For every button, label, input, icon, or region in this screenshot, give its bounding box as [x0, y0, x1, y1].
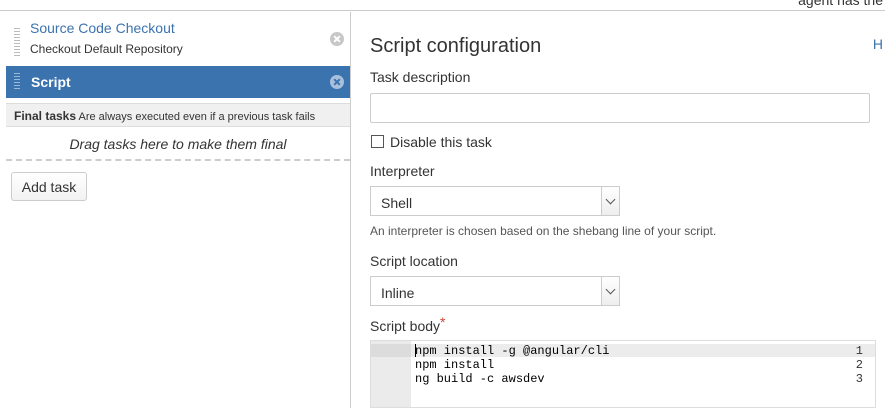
- task-source-code-checkout[interactable]: Source Code Checkout Checkout Default Re…: [6, 18, 350, 68]
- top-strip: agent has the: [0, 0, 885, 11]
- add-task-button[interactable]: Add task: [11, 172, 87, 201]
- top-partial-text: agent has the: [798, 0, 883, 8]
- task-title[interactable]: Script: [31, 74, 71, 90]
- script-location-value: Inline: [381, 285, 415, 301]
- task-subtitle: Checkout Default Repository: [30, 42, 183, 56]
- script-location-select[interactable]: Inline: [370, 276, 620, 306]
- active-line-gutter: [371, 344, 411, 357]
- interpreter-hint: An interpreter is chosen based on the sh…: [370, 224, 717, 238]
- script-body-editor[interactable]: 1 2 3 npm install -g @angular/cli npm in…: [370, 340, 876, 408]
- task-description-label: Task description: [370, 69, 471, 85]
- drag-handle-icon[interactable]: [14, 28, 20, 58]
- page-title: Script configuration: [370, 35, 542, 57]
- dropdown-button[interactable]: [601, 187, 619, 215]
- remove-task-icon[interactable]: [330, 32, 344, 46]
- dropdown-button[interactable]: [601, 277, 619, 305]
- code-line[interactable]: ng build -c awsdev: [415, 372, 545, 386]
- script-body-label: Script body*: [370, 314, 446, 334]
- chevron-down-icon: [605, 194, 616, 205]
- code-line[interactable]: npm install: [415, 358, 494, 372]
- task-script-selected[interactable]: Script: [6, 66, 350, 98]
- line-number: 2: [855, 358, 863, 372]
- final-tasks-header: Final tasks Are always executed even if …: [6, 103, 350, 127]
- task-list-panel: Source Code Checkout Checkout Default Re…: [0, 12, 350, 408]
- final-tasks-label: Final tasks: [14, 109, 77, 123]
- chevron-down-icon: [605, 284, 616, 295]
- line-number: 3: [855, 372, 863, 386]
- interpreter-label: Interpreter: [370, 163, 435, 179]
- disable-task-label[interactable]: Disable this task: [390, 134, 492, 150]
- required-marker: *: [440, 314, 446, 330]
- line-number: 1: [855, 344, 863, 358]
- task-title[interactable]: Source Code Checkout: [30, 20, 175, 36]
- disable-task-checkbox[interactable]: [371, 135, 384, 148]
- final-tasks-drop-zone[interactable]: Drag tasks here to make them final: [6, 128, 350, 161]
- script-body-label-text: Script body: [370, 318, 441, 334]
- code-line[interactable]: npm install -g @angular/cli: [415, 344, 609, 358]
- text-cursor: [415, 344, 416, 357]
- remove-task-icon[interactable]: [330, 75, 344, 89]
- final-tasks-description: Are always executed even if a previous t…: [78, 111, 316, 123]
- script-location-label: Script location: [370, 253, 458, 269]
- drag-handle-icon[interactable]: [14, 73, 20, 91]
- help-link[interactable]: H: [873, 36, 883, 52]
- drop-hint: Drag tasks here to make them final: [69, 136, 287, 152]
- interpreter-select[interactable]: Shell: [370, 186, 620, 216]
- script-configuration-panel: H Script configuration Task description …: [351, 12, 885, 408]
- interpreter-value: Shell: [381, 195, 413, 211]
- task-description-input[interactable]: [370, 93, 870, 123]
